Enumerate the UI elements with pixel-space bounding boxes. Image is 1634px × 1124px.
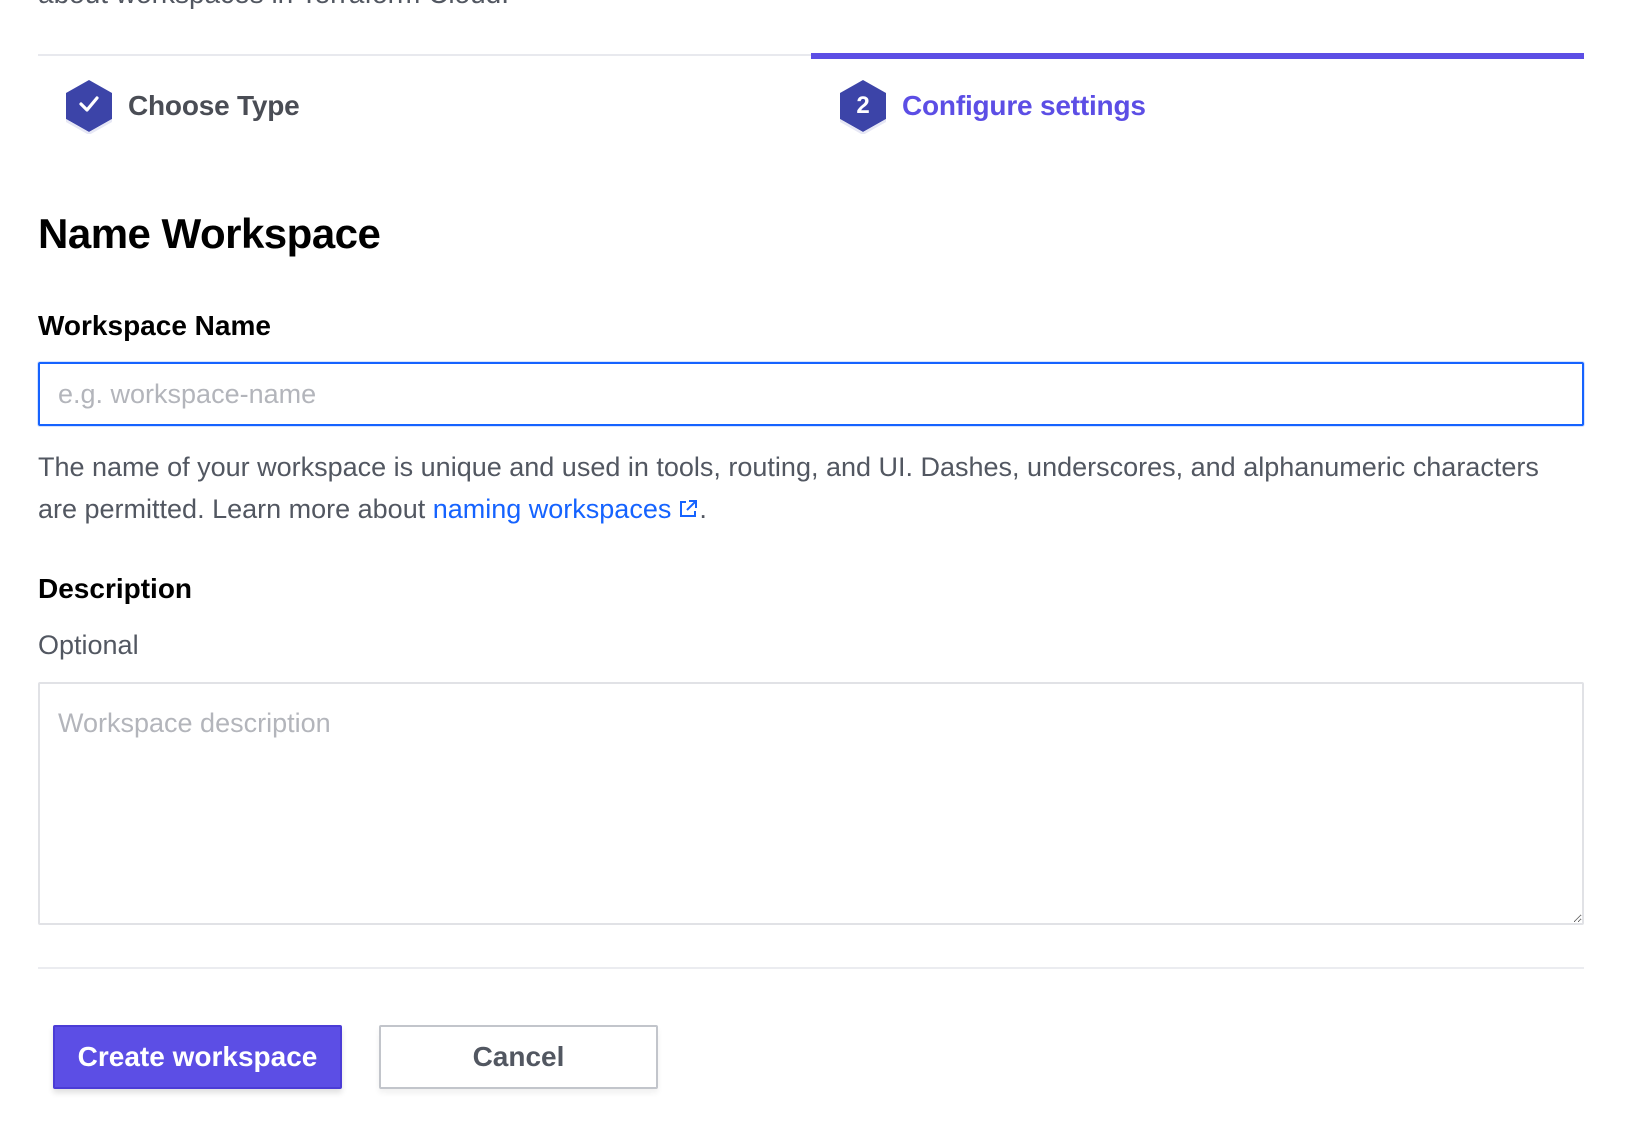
step-choose-type[interactable]: Choose Type [64,56,300,156]
step-label-configure-settings: Configure settings [902,90,1146,121]
create-workspace-button[interactable]: Create workspace [53,1025,342,1089]
description-label: Description [38,573,193,604]
intro-text: about workspaces in Terraform Cloud. [38,0,509,10]
naming-workspaces-link[interactable]: naming workspaces [433,494,700,524]
step-tabs: Choose Type 2 Configure settings [38,53,1584,156]
step-completed-badge [64,78,114,134]
step-number: 2 [856,92,870,119]
page: about workspaces in Terraform Cloud. Cho… [38,0,1584,1124]
step-configure-settings[interactable]: 2 Configure settings [838,56,1146,156]
workspace-name-label: Workspace Name [38,310,271,341]
description-textarea[interactable] [38,682,1584,925]
step-label-choose-type: Choose Type [128,90,300,121]
external-link-icon [677,490,699,532]
help-text-body: The name of your workspace is unique and… [38,452,1539,524]
optional-hint: Optional [38,630,139,660]
help-text-period: . [699,494,707,524]
cancel-button[interactable]: Cancel [379,1025,658,1089]
check-icon [78,94,100,118]
divider [38,967,1584,969]
step-number-badge: 2 [838,78,888,134]
workspace-name-help: The name of your workspace is unique and… [38,446,1578,532]
page-title: Name Workspace [38,210,381,257]
workspace-name-input[interactable] [38,362,1584,426]
naming-workspaces-link-text: naming workspaces [432,494,672,524]
